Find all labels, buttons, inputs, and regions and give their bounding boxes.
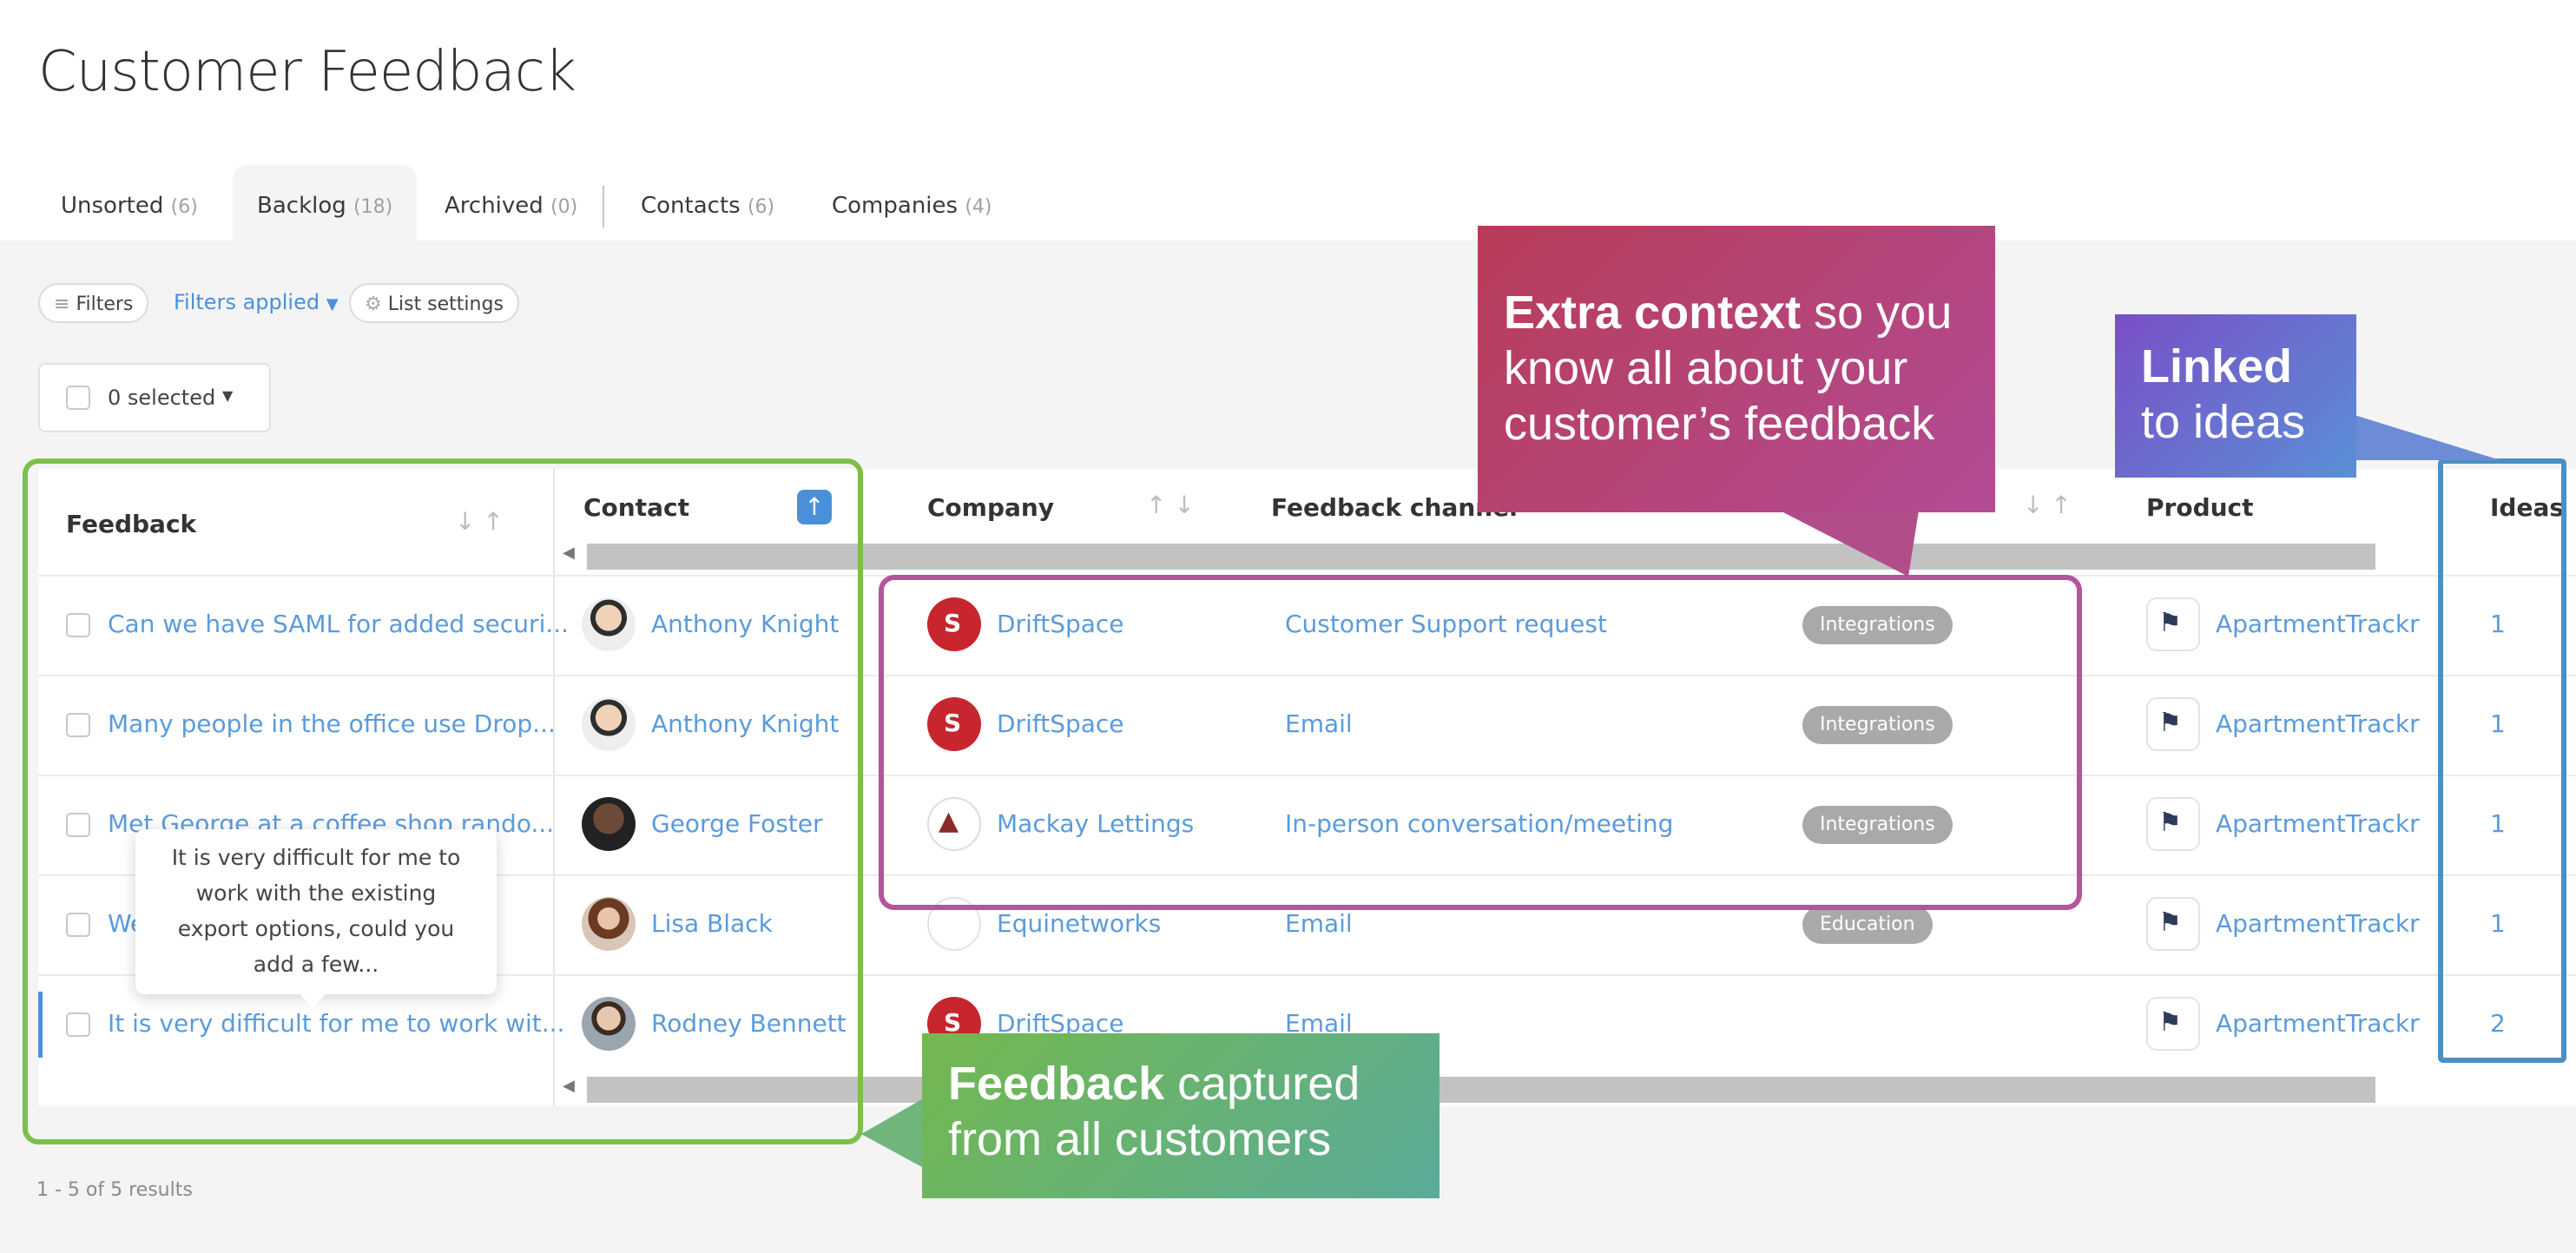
callout-text-context: Extra context so you know all about your… <box>1504 285 1990 452</box>
callout-text-linked: Linked to ideas <box>2141 339 2349 450</box>
callout-box-context: Extra context so you know all about your… <box>1478 226 1995 512</box>
callout-pointer-feedback <box>861 1099 922 1167</box>
callout-box-linked: Linked to ideas <box>2115 314 2356 478</box>
callout-bold: Feedback <box>948 1058 1165 1110</box>
callout-pointer-linked <box>2355 415 2500 460</box>
callout-pointer-context <box>1780 511 1919 577</box>
callout-rest: to ideas <box>2141 396 2306 448</box>
callout-box-feedback: Feedback captured from all customers <box>922 1033 1440 1198</box>
callout-bold: Linked <box>2141 340 2293 392</box>
callout-text-feedback: Feedback captured from all customers <box>948 1056 1434 1167</box>
callout-bold: Extra context <box>1504 287 1802 339</box>
